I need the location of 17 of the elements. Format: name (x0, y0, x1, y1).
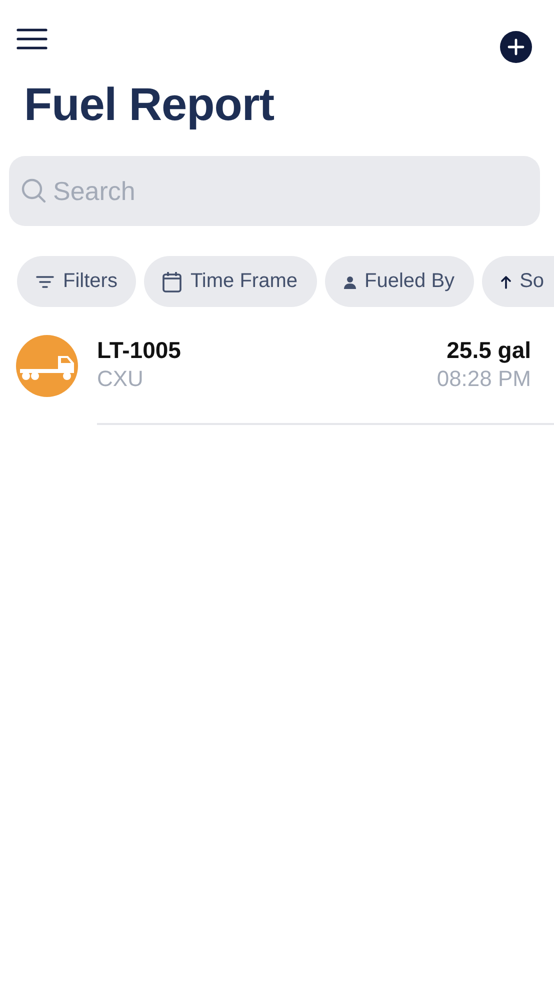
filter-chip[interactable]: Time Frame (144, 256, 316, 307)
arrow-up-icon (500, 274, 512, 288)
fuel-time: 08:28 PM (436, 366, 531, 392)
fuel-amount: 25.5 gal (446, 337, 531, 364)
filter-chip[interactable]: So (482, 256, 554, 307)
search-field[interactable]: Search (9, 156, 540, 226)
filter-chip[interactable]: Filters (17, 256, 136, 307)
vehicle-id: LT-1005 (97, 337, 181, 364)
fuel-entry[interactable]: LT-1005 CXU 25.5 gal 08:28 PM (0, 307, 554, 425)
menu-icon[interactable] (16, 28, 48, 50)
calendar-icon (162, 270, 182, 292)
filter-chip[interactable]: Fueled By (324, 256, 474, 307)
location-code: CXU (97, 366, 144, 392)
person-icon (342, 274, 356, 288)
add-button[interactable] (500, 31, 532, 63)
filter-icon (35, 274, 55, 290)
page-title: Fuel Report (24, 77, 276, 132)
